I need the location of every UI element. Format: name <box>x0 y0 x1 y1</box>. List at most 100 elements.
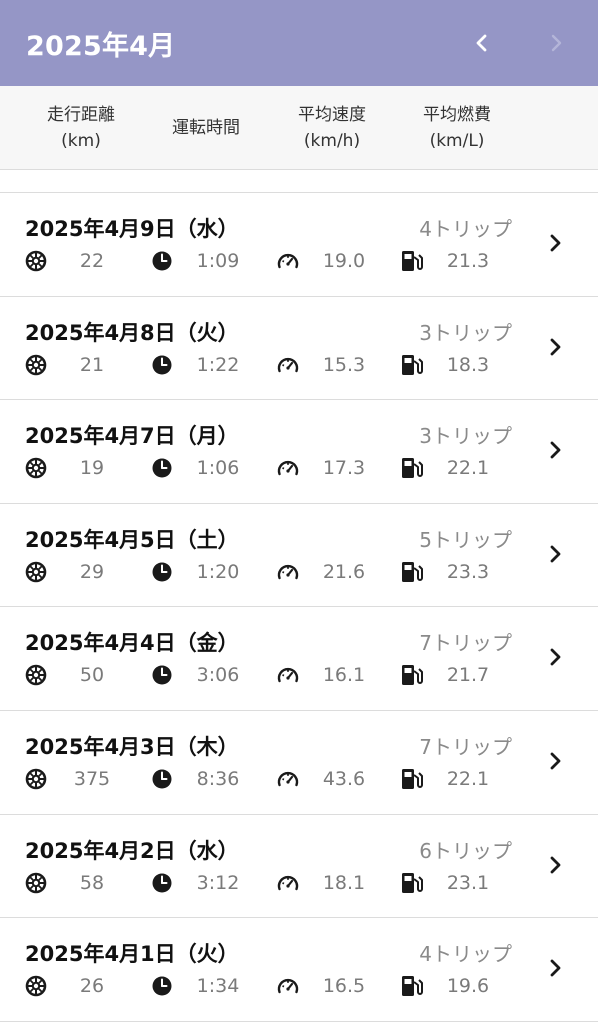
clock-icon <box>150 871 174 895</box>
fuel-pump-icon <box>400 560 424 584</box>
chevron-right-icon <box>544 335 568 359</box>
trip-count: 6トリップ <box>419 838 512 863</box>
column-header-time: 運転時間 <box>172 118 240 138</box>
speed-value: 43.6 <box>322 767 366 790</box>
day-stats: 21 1:22 15.3 18.3 <box>0 353 540 379</box>
column-header-economy: 平均燃費 (km/L) <box>423 105 491 151</box>
day-row[interactable]: 2025年4月1日（火） 4トリップ 26 1:34 16.5 19.6 <box>0 918 598 1022</box>
speedometer-icon <box>276 663 300 687</box>
distance-value: 22 <box>79 250 105 272</box>
day-row[interactable]: 2025年4月3日（木） 7トリップ 375 8:36 43.6 22.1 <box>0 711 598 815</box>
day-date: 2025年4月7日（月） <box>25 424 239 449</box>
day-stats: 375 8:36 43.6 22.1 <box>0 767 540 793</box>
clock-icon <box>150 663 174 687</box>
day-row[interactable]: 2025年4月4日（金） 7トリップ 50 3:06 16.1 21.7 <box>0 607 598 711</box>
speedometer-icon <box>276 456 300 480</box>
fuel-pump-icon <box>400 249 424 273</box>
speedometer-icon <box>276 974 300 998</box>
day-row[interactable]: 2025年4月9日（水） 4トリップ 22 1:09 19.0 21.3 <box>0 193 598 297</box>
chevron-right-icon <box>544 749 568 773</box>
speed-value: 19.0 <box>322 250 366 272</box>
distance-value: 26 <box>79 975 105 998</box>
chevron-right-icon <box>551 34 562 52</box>
economy-value: 21.7 <box>446 664 490 687</box>
distance-value: 375 <box>73 767 111 790</box>
day-date: 2025年4月8日（火） <box>25 320 239 345</box>
day-date: 2025年4月9日（水） <box>25 217 239 241</box>
chevron-right-icon <box>544 231 568 255</box>
day-row[interactable]: 2025年4月5日（土） 5トリップ 29 1:20 21.6 23.3 <box>0 504 598 608</box>
clock-icon <box>150 767 174 791</box>
time-value: 3:06 <box>196 664 240 687</box>
day-stats: 26 1:34 16.5 19.6 <box>0 974 540 1000</box>
speedometer-icon <box>276 767 300 791</box>
fuel-pump-icon <box>400 767 424 791</box>
chevron-right-icon <box>544 853 568 877</box>
fuel-pump-icon <box>400 974 424 998</box>
fuel-pump-icon <box>400 353 424 377</box>
day-stats: 50 3:06 16.1 21.7 <box>0 663 540 689</box>
tire-icon <box>24 353 48 377</box>
distance-value: 29 <box>79 560 105 583</box>
day-row[interactable]: 2025年4月8日（火） 3トリップ 21 1:22 15.3 18.3 <box>0 297 598 401</box>
day-date: 2025年4月5日（土） <box>25 527 239 552</box>
day-date: 2025年4月1日（火） <box>25 942 239 967</box>
column-header-speed: 平均速度 (km/h) <box>298 105 366 151</box>
time-value: 1:09 <box>196 250 240 272</box>
next-month-button[interactable] <box>538 25 574 61</box>
trip-count: 7トリップ <box>419 631 512 656</box>
trip-count: 3トリップ <box>419 320 512 345</box>
day-stats: 29 1:20 21.6 23.3 <box>0 560 540 586</box>
day-row[interactable]: 2025年4月2日（水） 6トリップ 58 3:12 18.1 23.1 <box>0 815 598 919</box>
speed-value: 15.3 <box>322 353 366 376</box>
trip-count: 3トリップ <box>419 424 512 449</box>
distance-value: 21 <box>79 353 105 376</box>
chevron-left-icon <box>476 34 487 52</box>
speed-value: 17.3 <box>322 457 366 480</box>
previous-month-button[interactable] <box>464 25 500 61</box>
month-title: 2025年4月 <box>26 31 176 62</box>
economy-value: 19.6 <box>446 975 490 998</box>
economy-value: 23.1 <box>446 871 490 894</box>
column-header-distance: 走行距離 (km) <box>47 105 115 151</box>
day-date: 2025年4月2日（水） <box>25 838 239 863</box>
economy-value: 22.1 <box>446 767 490 790</box>
day-date: 2025年4月3日（木） <box>25 734 239 759</box>
speed-value: 21.6 <box>322 560 366 583</box>
chevron-right-icon <box>544 542 568 566</box>
economy-value: 18.3 <box>446 353 490 376</box>
clock-icon <box>150 249 174 273</box>
time-value: 1:06 <box>196 457 240 480</box>
distance-value: 58 <box>79 871 105 894</box>
speedometer-icon <box>276 871 300 895</box>
tire-icon <box>24 456 48 480</box>
speedometer-icon <box>276 249 300 273</box>
clock-icon <box>150 974 174 998</box>
economy-value: 23.3 <box>446 560 490 583</box>
chevron-right-icon <box>544 956 568 980</box>
daily-summary-list: 2025年4月9日（水） 4トリップ 22 1:09 19.0 21.3 202… <box>0 192 598 1022</box>
speedometer-icon <box>276 353 300 377</box>
day-stats: 22 1:09 19.0 21.3 <box>0 249 540 275</box>
speed-value: 16.5 <box>322 975 366 998</box>
column-headers: 走行距離 (km) 運転時間 平均速度 (km/h) 平均燃費 (km/L) <box>0 86 598 170</box>
chevron-right-icon <box>544 645 568 669</box>
distance-value: 19 <box>79 457 105 480</box>
clock-icon <box>150 353 174 377</box>
trip-count: 5トリップ <box>419 527 512 552</box>
economy-value: 21.3 <box>446 250 490 272</box>
month-header: 2025年4月 <box>0 0 598 86</box>
clock-icon <box>150 456 174 480</box>
fuel-pump-icon <box>400 871 424 895</box>
day-stats: 58 3:12 18.1 23.1 <box>0 871 540 897</box>
trip-count: 4トリップ <box>419 942 512 967</box>
day-row[interactable]: 2025年4月7日（月） 3トリップ 19 1:06 17.3 22.1 <box>0 400 598 504</box>
trip-count: 4トリップ <box>419 217 512 241</box>
time-value: 1:34 <box>196 975 240 998</box>
day-date: 2025年4月4日（金） <box>25 631 239 656</box>
time-value: 3:12 <box>196 871 240 894</box>
speed-value: 16.1 <box>322 664 366 687</box>
time-value: 1:22 <box>196 353 240 376</box>
day-stats: 19 1:06 17.3 22.1 <box>0 456 540 482</box>
clock-icon <box>150 560 174 584</box>
